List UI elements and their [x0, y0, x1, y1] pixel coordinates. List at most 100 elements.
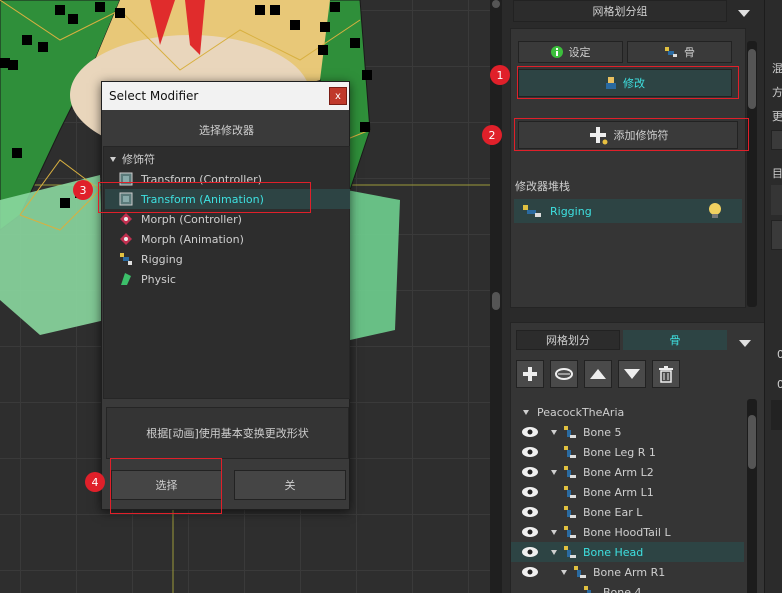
delete-button[interactable] [652, 360, 680, 388]
select-modifier-dialog: Select Modifier x 选择修改器 修饰符 Transform (C… [101, 81, 350, 510]
side-button-2[interactable] [771, 220, 782, 250]
mesh-group-dropdown[interactable]: 网格划分组 [513, 0, 727, 22]
tree-root-label: PeacockTheAria [537, 405, 625, 419]
modifier-panel-scrollbar[interactable] [747, 41, 757, 307]
close-button[interactable]: x [329, 87, 347, 105]
close-icon: x [335, 90, 341, 102]
bone-icon [564, 506, 576, 518]
bone-icon [120, 253, 132, 265]
expand-icon[interactable] [561, 569, 567, 575]
layer-button[interactable] [550, 360, 578, 388]
modifier-item[interactable]: Transform (Controller) [105, 169, 350, 189]
eye-icon[interactable] [521, 486, 539, 498]
description-text: 根据[动画]使用基本变换更改形状 [146, 427, 309, 440]
bone-tree: PeacockTheAria Bone 5 Bone Leg R 1 Bone Arm… [511, 402, 746, 593]
chevron-down-icon[interactable] [739, 337, 751, 350]
bone-icon [564, 486, 576, 498]
add-modifier-button[interactable]: 添加修饰符 [518, 121, 738, 149]
lightbulb-icon[interactable] [708, 202, 722, 220]
modifier-item-label: Rigging [141, 252, 183, 266]
dialog-titlebar[interactable]: Select Modifier x [102, 82, 349, 110]
tree-row-label: Bone Arm L1 [583, 485, 654, 499]
tree-row-label: Bone Ear L [583, 505, 643, 519]
eye-icon[interactable] [521, 566, 539, 578]
expand-icon[interactable] [551, 469, 557, 475]
far-right-panel: 混 方 更 目 0 0 [764, 0, 782, 593]
chevron-down-icon[interactable] [738, 7, 750, 20]
morph-icon [120, 213, 132, 225]
bone-icon [665, 47, 677, 57]
close-dialog-label: 关 [284, 479, 296, 492]
tab-settings-label: 设定 [568, 46, 591, 59]
category-label: 修饰符 [122, 153, 155, 166]
add-bone-button[interactable] [516, 360, 544, 388]
select-button[interactable]: 选择 [111, 470, 222, 500]
bone-icon [584, 586, 591, 593]
tree-row-label: Bone 5 [583, 425, 622, 439]
bone-icon [564, 546, 576, 558]
modifier-item[interactable]: Rigging [105, 249, 350, 269]
category-row[interactable]: 修饰符 [110, 149, 155, 169]
dialog-header: 选择修改器 [199, 124, 254, 137]
tab-mesh[interactable]: 网格划分 [516, 330, 620, 350]
modifier-item[interactable]: Morph (Animation) [105, 229, 350, 249]
expand-icon[interactable] [551, 429, 557, 435]
select-label: 选择 [155, 479, 178, 492]
eye-icon[interactable] [521, 446, 539, 458]
tree-row[interactable]: Bone Ear L [511, 502, 744, 522]
tab-bone-bottom[interactable]: 骨 [623, 330, 727, 350]
tree-row[interactable]: Bone Head [511, 542, 744, 562]
modifier-item-label: Morph (Animation) [141, 232, 244, 246]
info-icon [550, 46, 563, 58]
physic-icon [121, 273, 131, 285]
move-up-button[interactable] [584, 360, 612, 388]
expand-icon[interactable] [551, 549, 557, 555]
side-field-2[interactable] [771, 400, 782, 430]
tree-row[interactable]: Bone Leg R 1 [511, 442, 744, 462]
bone-icon [564, 466, 576, 478]
tree-row[interactable]: Bone Arm R1 [511, 562, 744, 582]
tree-row[interactable]: Bone 5 [511, 422, 744, 442]
add-icon [589, 127, 607, 145]
expand-icon[interactable] [110, 156, 116, 162]
eye-icon[interactable] [521, 426, 539, 438]
close-dialog-button[interactable]: 关 [234, 470, 346, 500]
side-field[interactable] [771, 185, 782, 215]
transform-icon [119, 192, 133, 206]
tree-row[interactable]: Bone HoodTail L [511, 522, 744, 542]
expand-icon[interactable] [523, 409, 529, 415]
tab-settings[interactable]: 设定 [518, 41, 623, 63]
side-button[interactable] [771, 130, 782, 150]
trash-icon [659, 366, 673, 383]
modifier-item-label: Transform (Controller) [141, 172, 262, 186]
bone-icon [564, 426, 576, 438]
tab-bone-label: 骨 [684, 46, 695, 59]
eye-icon[interactable] [521, 546, 539, 558]
modifier-item[interactable]: Physic [105, 269, 350, 289]
mesh-group-label: 网格划分组 [592, 5, 648, 18]
dialog-title: Select Modifier [109, 89, 199, 103]
scrollbar-thumb[interactable] [492, 292, 500, 310]
arrow-up-icon [590, 369, 606, 379]
tree-row[interactable]: Bone 4 [511, 582, 744, 593]
modifier-item-label: Transform (Animation) [141, 192, 264, 206]
modifier-item[interactable]: Transform (Animation) [105, 189, 350, 209]
modify-button[interactable]: 修改 [518, 69, 732, 97]
tree-row[interactable]: Bone Arm L2 [511, 462, 744, 482]
modifier-item-label: Physic [141, 272, 176, 286]
eye-icon[interactable] [521, 466, 539, 478]
eye-icon[interactable] [521, 506, 539, 518]
expand-icon[interactable] [551, 529, 557, 535]
tab-bone-bottom-label: 骨 [669, 334, 681, 347]
tree-row[interactable]: Bone Arm L1 [511, 482, 744, 502]
bone-tree-scrollbar[interactable] [747, 399, 757, 593]
stack-item-rigging[interactable]: Rigging [514, 199, 742, 223]
move-down-button[interactable] [618, 360, 646, 388]
tab-bone[interactable]: 骨 [627, 41, 732, 63]
side-char-1: 混 [772, 62, 782, 75]
modifier-item[interactable]: Morph (Controller) [105, 209, 350, 229]
eye-icon[interactable] [521, 526, 539, 538]
tree-root[interactable]: PeacockTheAria [523, 402, 624, 422]
bone-icon [523, 205, 541, 217]
viewport-scrollbar[interactable] [490, 0, 502, 593]
